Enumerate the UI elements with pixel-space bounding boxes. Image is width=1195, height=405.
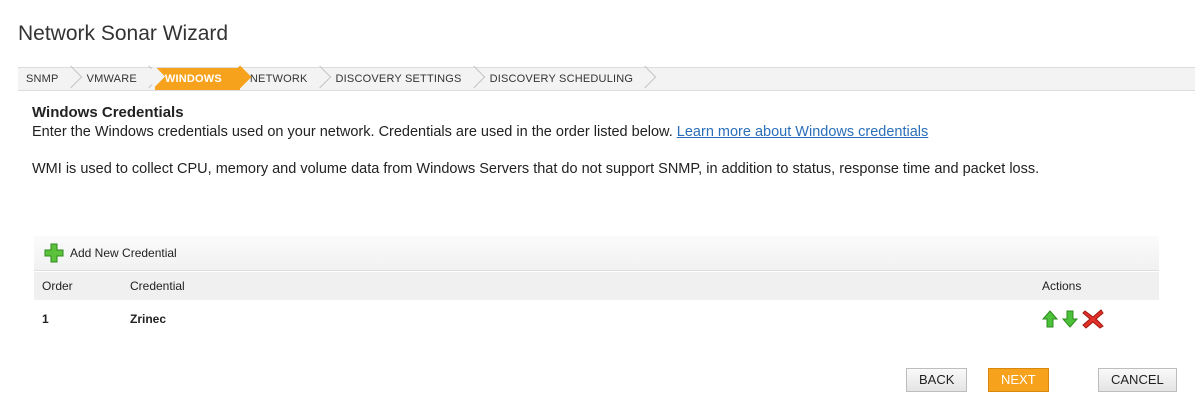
next-button[interactable]: NEXT — [988, 368, 1049, 392]
step-windows[interactable]: WINDOWS — [154, 68, 240, 90]
plus-icon — [44, 243, 64, 263]
move-down-icon[interactable] — [1062, 310, 1078, 328]
header-actions: Actions — [1042, 279, 1082, 293]
cancel-button[interactable]: CANCEL — [1098, 368, 1177, 392]
wmi-description: WMI is used to collect CPU, memory and v… — [32, 161, 1040, 177]
step-snmp[interactable]: SNMP — [18, 68, 77, 90]
move-up-icon[interactable] — [1042, 310, 1058, 328]
back-button[interactable]: BACK — [906, 368, 968, 392]
intro-sentence: Enter the Windows credentials used on yo… — [32, 124, 677, 140]
step-network[interactable]: NETWORK — [240, 68, 326, 90]
table-row[interactable]: 1 Zrinec — [34, 305, 1159, 333]
header-order: Order — [42, 279, 73, 293]
section-title: Windows Credentials — [32, 104, 184, 121]
wizard-steps: SNMP VMWARE WINDOWS NETWORK DISCOVERY SE… — [18, 67, 1195, 91]
row-actions — [1042, 309, 1104, 329]
row-credential: Zrinec — [130, 312, 167, 326]
step-discovery-settings[interactable]: DISCOVERY SETTINGS — [326, 68, 480, 90]
table-header: Order Credential Actions — [34, 272, 1159, 300]
delete-icon[interactable] — [1082, 309, 1104, 329]
step-vmware[interactable]: VMWARE — [77, 68, 155, 90]
step-discovery-scheduling[interactable]: DISCOVERY SCHEDULING — [480, 68, 652, 90]
credentials-toolbar: Add New Credential — [34, 236, 1159, 271]
learn-more-link[interactable]: Learn more about Windows credentials — [677, 124, 928, 140]
intro-text: Enter the Windows credentials used on yo… — [32, 124, 928, 140]
header-credential: Credential — [130, 279, 185, 293]
add-credential-button[interactable]: Add New Credential — [44, 243, 177, 263]
page-title: Network Sonar Wizard — [18, 22, 229, 45]
row-order: 1 — [42, 312, 49, 326]
add-credential-label: Add New Credential — [70, 246, 177, 260]
